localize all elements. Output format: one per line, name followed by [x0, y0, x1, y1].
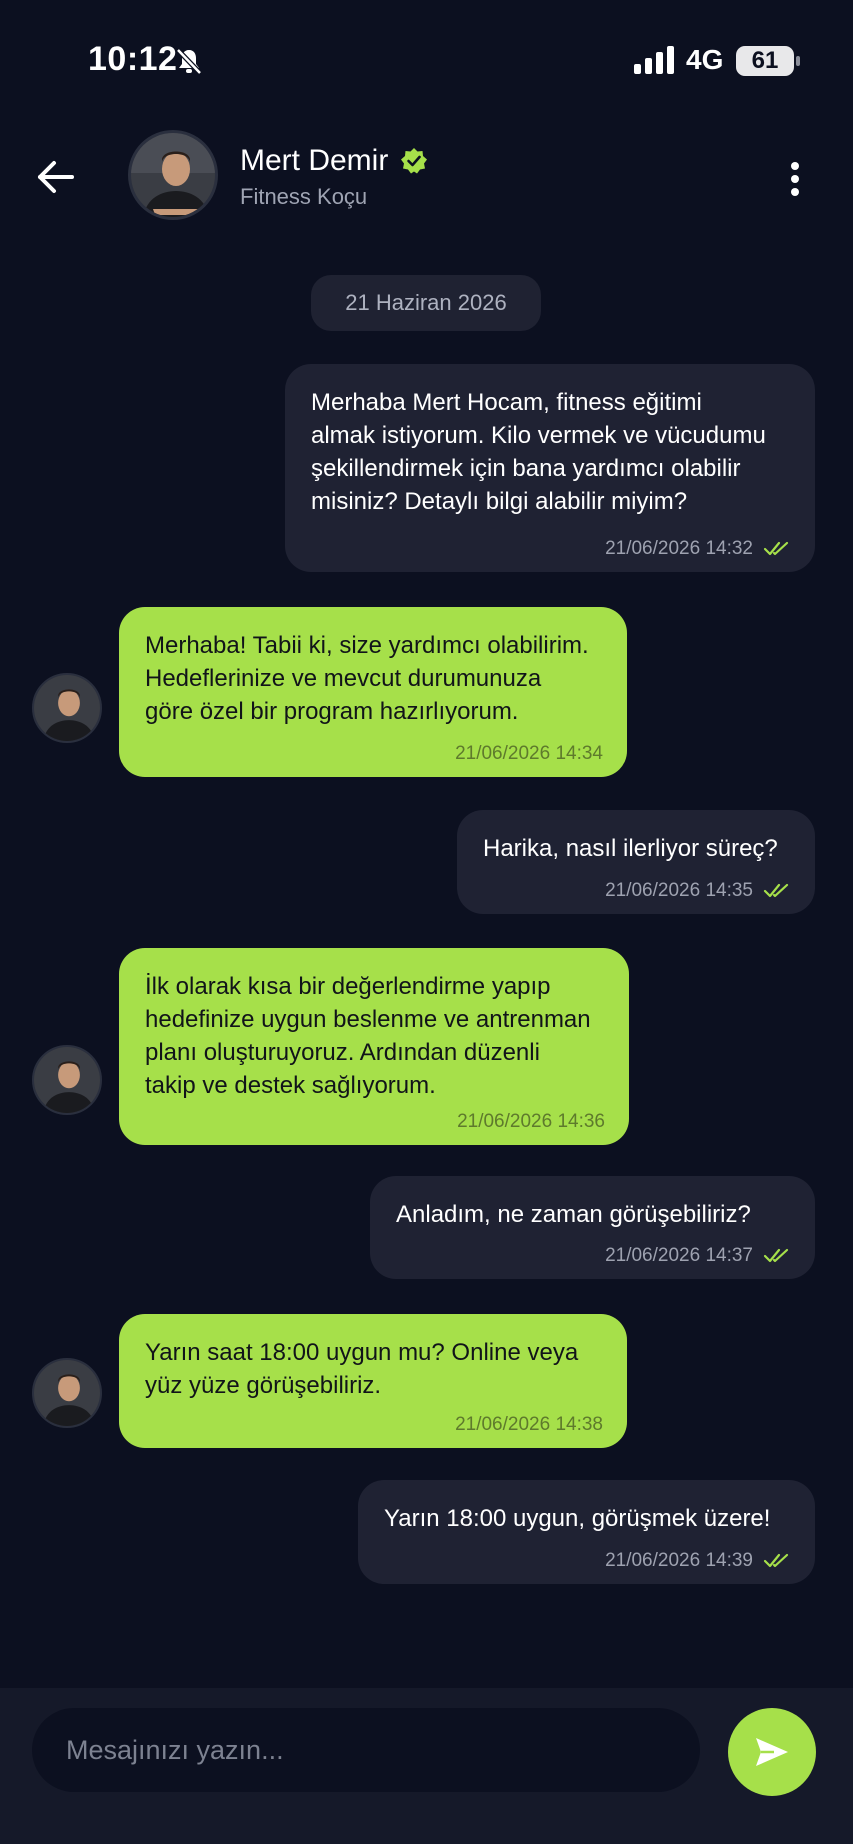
- battery-level: 61: [736, 46, 794, 76]
- outgoing-message: Yarın 18:00 uygun, görüşmek üzere! 21/06…: [358, 1480, 815, 1584]
- message-meta: 21/06/2026 14:35: [605, 880, 791, 902]
- contact-avatar-small: [32, 1358, 102, 1428]
- chat-header: Mert Demir Fitness Koçu: [0, 120, 853, 235]
- incoming-message: Yarın saat 18:00 uygun mu? Online veya y…: [119, 1314, 627, 1448]
- outgoing-message: Anladım, ne zaman görüşebiliriz? 21/06/2…: [370, 1176, 815, 1279]
- more-vertical-icon[interactable]: [780, 158, 810, 200]
- message-text: Merhaba! Tabii ki, size yardımcı olabili…: [145, 632, 589, 725]
- read-receipt-icon: [763, 883, 789, 898]
- message-time: 21/06/2026 14:36: [457, 1111, 605, 1132]
- message-composer: [0, 1688, 853, 1844]
- outgoing-message: Merhaba Mert Hocam, fitness eğitimi alma…: [285, 364, 815, 572]
- contact-name-row: Mert Demir: [240, 144, 428, 178]
- message-meta: 21/06/2026 14:36: [457, 1111, 605, 1133]
- contact-name: Mert Demir: [240, 144, 389, 177]
- send-button[interactable]: [728, 1708, 816, 1796]
- message-text: Harika, nasıl ilerliyor süreç?: [483, 835, 778, 862]
- message-time: 21/06/2026 14:34: [455, 743, 603, 764]
- message-meta: 21/06/2026 14:32: [605, 538, 791, 560]
- incoming-message: Merhaba! Tabii ki, size yardımcı olabili…: [119, 607, 627, 777]
- contact-avatar-small: [32, 673, 102, 743]
- send-icon: [756, 1738, 788, 1766]
- message-text: Yarın 18:00 uygun, görüşmek üzere!: [384, 1505, 771, 1532]
- read-receipt-icon: [763, 1248, 789, 1263]
- message-time: 21/06/2026 14:37: [605, 1245, 753, 1266]
- battery-cap: [796, 56, 800, 66]
- date-separator: 21 Haziran 2026: [311, 275, 541, 331]
- message-time: 21/06/2026 14:35: [605, 880, 753, 901]
- status-time: 10:12: [88, 40, 178, 78]
- message-meta: 21/06/2026 14:37: [605, 1245, 791, 1267]
- contact-subtitle: Fitness Koçu: [240, 184, 368, 209]
- message-text: İlk olarak kısa bir değerlendirme yapıp …: [145, 973, 591, 1099]
- message-time: 21/06/2026 14:39: [605, 1550, 753, 1571]
- outgoing-message: Harika, nasıl ilerliyor süreç? 21/06/202…: [457, 810, 815, 914]
- message-meta: 21/06/2026 14:38: [455, 1414, 603, 1436]
- message-text: Merhaba Mert Hocam, fitness eğitimi alma…: [311, 389, 766, 515]
- contact-avatar[interactable]: [128, 130, 218, 220]
- message-time: 21/06/2026 14:38: [455, 1414, 603, 1435]
- message-input[interactable]: [32, 1708, 700, 1792]
- network-type: 4G: [686, 44, 724, 75]
- message-meta: 21/06/2026 14:34: [455, 743, 603, 765]
- message-time: 21/06/2026 14:32: [605, 538, 753, 559]
- verified-icon: [401, 148, 428, 174]
- back-arrow-icon[interactable]: [34, 156, 76, 198]
- status-bar: 10:12 4G 61: [0, 0, 853, 120]
- read-receipt-icon: [763, 1553, 789, 1568]
- bell-off-icon: [176, 48, 202, 75]
- contact-avatar-small: [32, 1045, 102, 1115]
- incoming-message: İlk olarak kısa bir değerlendirme yapıp …: [119, 948, 629, 1145]
- message-text: Yarın saat 18:00 uygun mu? Online veya y…: [145, 1339, 579, 1399]
- message-meta: 21/06/2026 14:39: [605, 1550, 791, 1572]
- signal-icon: [634, 46, 674, 74]
- read-receipt-icon: [763, 541, 789, 556]
- message-text: Anladım, ne zaman görüşebiliriz?: [396, 1201, 751, 1228]
